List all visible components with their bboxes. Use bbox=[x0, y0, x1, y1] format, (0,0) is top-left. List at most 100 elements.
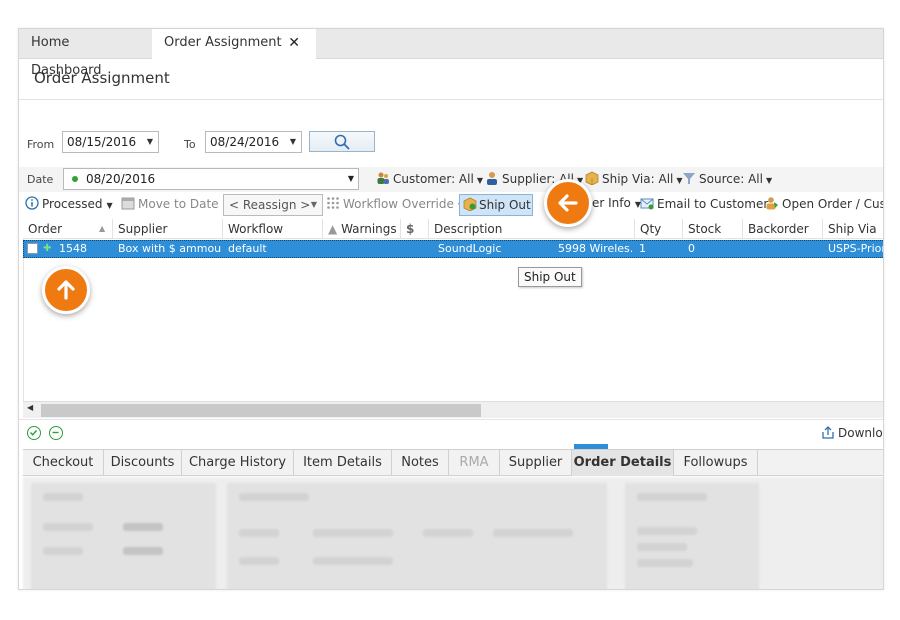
upload-icon bbox=[822, 426, 834, 439]
tab-order-assignment[interactable]: Order Assignment ✕ bbox=[152, 29, 316, 60]
blurred-text bbox=[493, 529, 573, 537]
customer-filter-label: Customer: All bbox=[393, 172, 474, 186]
calendar-icon bbox=[121, 197, 135, 210]
date-value: 08/20/2016 bbox=[86, 172, 156, 186]
source-filter[interactable]: Source: All ▼ bbox=[682, 171, 772, 186]
supplier-icon bbox=[487, 172, 497, 185]
arrow-left-icon bbox=[558, 194, 578, 212]
move-to-date-button[interactable]: Move to Date bbox=[121, 196, 219, 211]
blurred-text bbox=[637, 493, 707, 501]
ship-out-button[interactable]: Ship Out bbox=[459, 194, 533, 216]
column-header-ship-via[interactable]: Ship Via bbox=[823, 219, 883, 239]
ship-via-filter[interactable]: Ship Via: All ▼ bbox=[585, 171, 683, 186]
blurred-text bbox=[123, 523, 163, 531]
cell-workflow: default bbox=[228, 242, 267, 255]
close-icon[interactable]: ✕ bbox=[288, 29, 300, 57]
open-order-button[interactable]: Open Order / Cust bbox=[765, 196, 883, 211]
column-header-stock[interactable]: Stock bbox=[683, 219, 743, 239]
blurred-text bbox=[313, 529, 393, 537]
processed-dropdown[interactable]: Processed ▼ bbox=[25, 196, 113, 211]
tab-order-details[interactable]: Order Details bbox=[572, 450, 674, 476]
blurred-text bbox=[637, 543, 687, 551]
status-dot-icon bbox=[72, 176, 78, 182]
column-header-price[interactable]: $ bbox=[401, 219, 429, 239]
toolbar: Processed ▼ Move to Date < Reassign > ▼ W… bbox=[19, 192, 883, 218]
search-icon bbox=[334, 134, 350, 150]
cell-qty: 1 bbox=[639, 242, 646, 255]
workflow-override-label: Workflow Override bbox=[343, 197, 454, 211]
tab-bar: Home Dashboard Order Assignment ✕ bbox=[19, 29, 883, 78]
callout-left-arrow bbox=[544, 179, 592, 227]
tab-discounts[interactable]: Discounts bbox=[104, 450, 182, 476]
from-date-picker[interactable]: 08/15/2016 ▼ bbox=[62, 131, 159, 153]
blurred-text bbox=[239, 557, 279, 565]
divider bbox=[19, 99, 883, 100]
chevron-down-icon: ▼ bbox=[146, 137, 153, 146]
tab-checkout[interactable]: Checkout bbox=[23, 450, 104, 476]
workflow-override-dropdown[interactable]: Workflow Override▼ bbox=[326, 196, 464, 211]
customer-filter[interactable]: Customer: All ▼ bbox=[376, 171, 483, 186]
column-header-qty[interactable]: Qty bbox=[635, 219, 683, 239]
date-picker[interactable]: 08/20/2016 ▼ bbox=[63, 168, 359, 190]
page-title: Order Assignment bbox=[34, 69, 170, 87]
to-date-value: 08/24/2016 bbox=[210, 135, 280, 149]
tab-home-dashboard[interactable]: Home Dashboard bbox=[19, 29, 152, 78]
funnel-icon bbox=[683, 173, 695, 184]
chevron-down-icon: ▼ bbox=[106, 201, 113, 210]
package-icon bbox=[585, 171, 599, 185]
tab-charge-history[interactable]: Charge History bbox=[182, 450, 294, 476]
column-header-workflow[interactable]: Workflow bbox=[223, 219, 323, 239]
column-header-order[interactable]: Order ▲ bbox=[23, 219, 113, 239]
expand-icon[interactable]: ✚ bbox=[43, 241, 51, 257]
column-header-label: Order bbox=[28, 222, 63, 236]
reassign-label: < Reassign > bbox=[229, 198, 311, 212]
tab-notes[interactable]: Notes bbox=[392, 450, 449, 476]
tab-rma[interactable]: RMA bbox=[449, 450, 500, 476]
column-header-warnings[interactable]: ▲ Warnings bbox=[323, 219, 401, 239]
info-icon bbox=[25, 196, 39, 210]
tab-followups[interactable]: Followups bbox=[674, 450, 758, 476]
date-label: Date bbox=[27, 173, 54, 186]
scroll-left-icon[interactable]: ◀ bbox=[27, 403, 33, 412]
ship-via-filter-label: Ship Via: All bbox=[602, 172, 674, 186]
search-button[interactable] bbox=[309, 131, 375, 152]
chevron-down-icon: ▼ bbox=[476, 176, 483, 185]
callout-up-arrow bbox=[42, 266, 90, 314]
email-icon bbox=[640, 198, 654, 210]
blurred-text bbox=[637, 527, 697, 535]
column-header-description[interactable]: Description bbox=[429, 219, 635, 239]
chevron-down-icon: ▼ bbox=[310, 200, 317, 209]
blurred-text bbox=[43, 547, 83, 555]
order-details-panel bbox=[23, 477, 883, 589]
order-info-dropdown[interactable]: er Info ▼ bbox=[592, 196, 641, 210]
scrollbar-thumb[interactable] bbox=[41, 404, 481, 417]
check-circle-icon[interactable] bbox=[27, 426, 41, 440]
reassign-dropdown[interactable]: < Reassign > ▼ bbox=[223, 194, 323, 216]
row-checkbox[interactable] bbox=[27, 243, 38, 254]
tab-item-details[interactable]: Item Details bbox=[294, 450, 392, 476]
column-header-backorder[interactable]: Backorder bbox=[743, 219, 823, 239]
chevron-down-icon: ▼ bbox=[347, 174, 354, 183]
table-row[interactable]: ✚ 1548 Box with $ ammou… default SoundLo… bbox=[23, 240, 883, 258]
download-button[interactable]: Downlo bbox=[821, 425, 883, 440]
column-header-supplier[interactable]: Supplier bbox=[113, 219, 223, 239]
from-label: From bbox=[27, 138, 55, 151]
cell-supplier: Box with $ ammou… bbox=[118, 242, 222, 255]
horizontal-scrollbar[interactable]: ◀ bbox=[23, 401, 883, 418]
arrow-up-icon bbox=[57, 280, 75, 300]
email-to-customer-label: Email to Customer bbox=[657, 197, 769, 211]
blurred-text bbox=[239, 493, 309, 501]
minus-circle-icon[interactable] bbox=[49, 426, 63, 440]
cell-stock: 0 bbox=[688, 242, 695, 255]
blurred-text bbox=[637, 559, 693, 567]
to-date-picker[interactable]: 08/24/2016 ▼ bbox=[205, 131, 302, 153]
move-to-date-label: Move to Date bbox=[138, 197, 219, 211]
tab-order-assignment-label: Order Assignment bbox=[164, 35, 282, 50]
cell-order: 1548 bbox=[59, 242, 87, 255]
blurred-text bbox=[313, 557, 393, 565]
column-header-label: Warnings bbox=[341, 222, 397, 236]
ship-out-tooltip: Ship Out bbox=[518, 267, 582, 287]
tab-supplier[interactable]: Supplier bbox=[500, 450, 572, 476]
email-to-customer-button[interactable]: Email to Customer bbox=[640, 196, 768, 211]
filter-row: Date 08/20/2016 ▼ Customer: All ▼ Supplie… bbox=[19, 167, 883, 192]
